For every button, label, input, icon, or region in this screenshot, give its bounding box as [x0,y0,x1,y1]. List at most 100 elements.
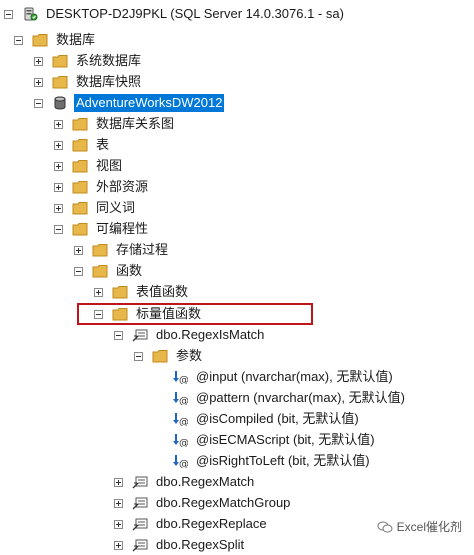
tree-node-regex-ismatch[interactable]: dbo.RegexIsMatch [114,325,266,345]
svg-text:@: @ [179,396,188,405]
param-label: @input (nvarchar(max), 无默认值) [196,369,393,384]
folder-icon [72,159,88,173]
tree-node-external-resources[interactable]: 外部资源 [54,177,150,197]
watermark-text: Excel催化剂 [396,520,462,534]
tree-node-views[interactable]: 视图 [54,156,124,176]
expand-toggle[interactable] [54,182,63,192]
parameter-icon: @ [172,454,188,468]
functions-label: 函数 [116,263,143,278]
expand-toggle[interactable] [54,119,63,129]
param-label: @isRightToLeft (bit, 无默认值) [196,453,370,468]
tree-node-param[interactable]: @ @isCompiled (bit, 无默认值) [172,409,361,429]
function-icon [132,328,148,342]
tree-node-param[interactable]: @ @input (nvarchar(max), 无默认值) [172,367,395,387]
system-databases-label: 系统数据库 [76,53,142,68]
highlight-box [77,303,313,325]
external-resources-label: 外部资源 [96,179,149,194]
collapse-toggle[interactable] [134,351,143,361]
function-icon [132,496,148,510]
folder-icon [72,117,88,131]
expand-toggle[interactable] [114,519,123,529]
databases-label: 数据库 [56,32,96,47]
expand-toggle[interactable] [54,140,63,150]
tree-node-param[interactable]: @ @isRightToLeft (bit, 无默认值) [172,451,372,471]
function-icon [132,475,148,489]
svg-text:@: @ [179,438,188,447]
parameter-icon: @ [172,433,188,447]
views-label: 视图 [96,158,123,173]
collapse-toggle[interactable] [114,330,123,340]
server-icon [22,7,38,21]
folder-icon [72,222,88,236]
tree-node-regex-match-group[interactable]: dbo.RegexMatchGroup [114,493,292,513]
database-icon [52,96,68,110]
expand-toggle[interactable] [54,161,63,171]
regex-ismatch-label: dbo.RegexIsMatch [156,327,265,342]
expand-toggle[interactable] [114,540,123,550]
collapse-toggle[interactable] [14,35,23,45]
regex-split-label: dbo.RegexSplit [156,537,245,552]
parameters-label: 参数 [176,348,203,363]
regex-match-label: dbo.RegexMatch [156,474,255,489]
tree-node-functions[interactable]: 函数 [74,261,144,281]
expand-toggle[interactable] [54,203,63,213]
tree-node-synonyms[interactable]: 同义词 [54,198,137,218]
table-valued-functions-label: 表值函数 [136,284,189,299]
param-label: @pattern (nvarchar(max), 无默认值) [196,390,405,405]
expand-toggle[interactable] [94,287,103,297]
tree-node-table-valued-functions[interactable]: 表值函数 [94,282,190,302]
synonyms-label: 同义词 [96,200,136,215]
expand-toggle[interactable] [34,56,43,66]
expand-toggle[interactable] [114,498,123,508]
collapse-toggle[interactable] [4,9,13,19]
tree-node-tables[interactable]: 表 [54,135,111,155]
function-icon [132,517,148,531]
object-explorer-tree: DESKTOP-D2J9PKL (SQL Server 14.0.3076.1 … [0,0,474,555]
folder-icon [112,285,128,299]
tree-node-stored-procedures[interactable]: 存储过程 [74,240,170,260]
tree-node-regex-match[interactable]: dbo.RegexMatch [114,472,256,492]
folder-icon [72,138,88,152]
adventureworks-label: AdventureWorksDW2012 [74,94,225,112]
tree-node-server[interactable]: DESKTOP-D2J9PKL (SQL Server 14.0.3076.1 … [4,4,346,24]
tree-node-adventureworks[interactable]: AdventureWorksDW2012 [34,93,225,113]
folder-icon [72,180,88,194]
svg-text:@: @ [179,459,188,468]
svg-text:@: @ [179,417,188,426]
tree-node-param[interactable]: @ @pattern (nvarchar(max), 无默认值) [172,388,407,408]
programmability-label: 可编程性 [96,221,149,236]
expand-toggle[interactable] [114,477,123,487]
collapse-toggle[interactable] [74,266,83,276]
stored-procedures-label: 存储过程 [116,242,169,257]
tree-node-regex-split[interactable]: dbo.RegexSplit [114,535,246,555]
param-label: @isECMAScript (bit, 无默认值) [196,432,375,447]
regex-match-group-label: dbo.RegexMatchGroup [156,495,291,510]
expand-toggle[interactable] [74,245,83,255]
tree-node-system-databases[interactable]: 系统数据库 [34,51,143,71]
folder-icon [152,349,168,363]
tree-node-databases[interactable]: 数据库 [14,30,97,50]
collapse-toggle[interactable] [54,224,63,234]
parameter-icon: @ [172,370,188,384]
tree-node-db-snapshots[interactable]: 数据库快照 [34,72,143,92]
folder-icon [92,243,108,257]
function-icon [132,538,148,552]
svg-text:@: @ [179,375,188,384]
wechat-icon [377,520,393,534]
server-label: DESKTOP-D2J9PKL (SQL Server 14.0.3076.1 … [46,6,344,21]
tree-node-parameters[interactable]: 参数 [134,346,204,366]
folder-icon [52,75,68,89]
parameter-icon: @ [172,391,188,405]
regex-replace-label: dbo.RegexReplace [156,516,267,531]
param-label: @isCompiled (bit, 无默认值) [196,411,359,426]
collapse-toggle[interactable] [34,98,43,108]
tree-node-db-diagrams[interactable]: 数据库关系图 [54,114,176,134]
tree-node-param[interactable]: @ @isECMAScript (bit, 无默认值) [172,430,377,450]
db-diagrams-label: 数据库关系图 [96,116,175,131]
folder-icon [52,54,68,68]
tables-label: 表 [96,137,110,152]
tree-node-regex-replace[interactable]: dbo.RegexReplace [114,514,269,534]
watermark: Excel催化剂 [377,518,462,535]
tree-node-programmability[interactable]: 可编程性 [54,219,150,239]
expand-toggle[interactable] [34,77,43,87]
